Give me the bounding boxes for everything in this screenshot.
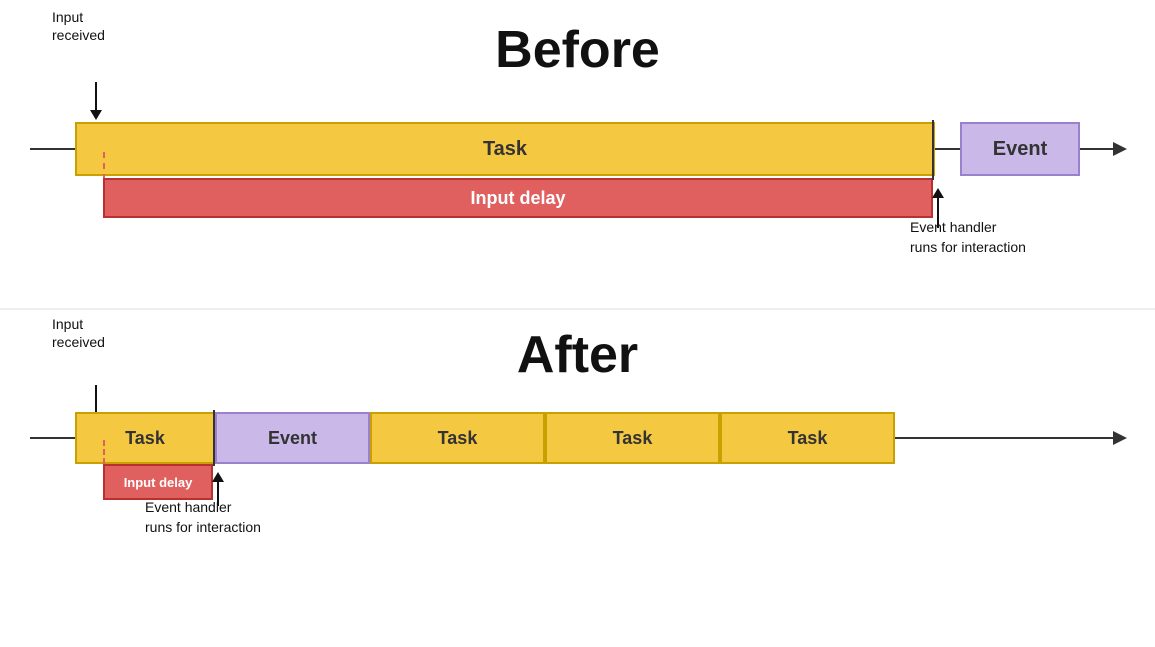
task-bar-after-2: Task: [370, 412, 545, 464]
task-bar-after-4: Task: [720, 412, 895, 464]
arrow-head-up: [212, 472, 224, 482]
label-event-handler-after: Event handler runs for interaction: [145, 498, 261, 537]
title-after: After: [517, 325, 638, 385]
arrow-head: [90, 110, 102, 120]
junction-line-after-1: [213, 410, 215, 466]
dotted-line-before: [103, 152, 105, 180]
label-input-received-before: Input received: [52, 8, 105, 44]
label-event-handler-before: Event handler runs for interaction: [910, 218, 1026, 257]
task-bar-after-3: Task: [545, 412, 720, 464]
timeline-before-arrow: [1113, 142, 1127, 156]
input-delay-after: Input delay: [103, 464, 213, 500]
diagram-container: Before Input received Task Event Input d…: [0, 0, 1155, 647]
label-input-received-after: Input received: [52, 315, 105, 351]
input-delay-before: Input delay: [103, 178, 933, 218]
section-after: After Input received Task Event Task Tas…: [0, 310, 1155, 647]
timeline-after-arrow: [1113, 431, 1127, 445]
arrow-line: [95, 385, 97, 413]
task-bar-after-1: Task: [75, 412, 215, 464]
task-bar-before: Task: [75, 122, 935, 176]
arrow-head-up: [932, 188, 944, 198]
arrow-down-input-before: [90, 82, 102, 120]
event-bar-after: Event: [215, 412, 370, 464]
section-before: Before Input received Task Event Input d…: [0, 0, 1155, 310]
arrow-line: [95, 82, 97, 110]
dotted-line-after: [103, 440, 105, 464]
junction-line-before: [932, 120, 934, 180]
title-before: Before: [495, 20, 660, 80]
event-bar-before: Event: [960, 122, 1080, 176]
